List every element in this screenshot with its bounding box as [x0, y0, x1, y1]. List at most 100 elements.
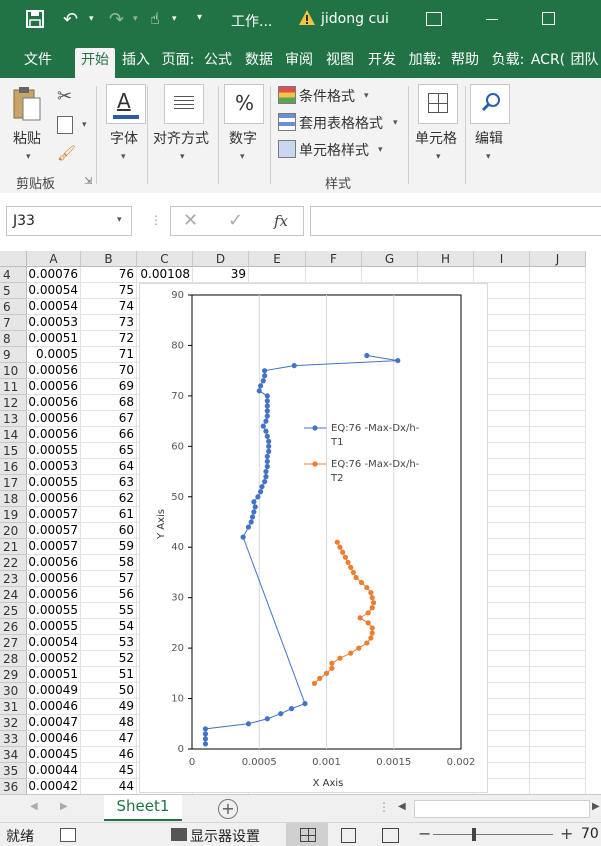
cell-j18[interactable]	[530, 491, 586, 507]
cell-b25[interactable]: 55	[81, 603, 137, 619]
cell-a27[interactable]: 0.00054	[27, 635, 81, 651]
row-header[interactable]: 22	[0, 555, 27, 571]
cell-b34[interactable]: 46	[81, 747, 137, 763]
cell-b4[interactable]: 76	[81, 267, 137, 283]
cell-b12[interactable]: 68	[81, 395, 137, 411]
cell-b8[interactable]: 72	[81, 331, 137, 347]
enter-icon[interactable]: ✓	[228, 210, 243, 231]
cell-b5[interactable]: 75	[81, 283, 137, 299]
cell-j14[interactable]	[530, 427, 586, 443]
cell-e4[interactable]	[249, 267, 306, 283]
row-header[interactable]: 35	[0, 763, 27, 779]
tab-insert[interactable]: 插入	[116, 48, 156, 78]
cell-style-button[interactable]: 单元格样式	[299, 140, 369, 160]
ribbon-display-icon[interactable]	[426, 12, 442, 26]
clipboard-launcher-icon[interactable]: ⇲	[84, 176, 92, 187]
conditional-format-button[interactable]: 条件格式	[299, 86, 355, 106]
tab-data[interactable]: 数据	[240, 48, 278, 78]
cell-b13[interactable]: 67	[81, 411, 137, 427]
column-header-a[interactable]: A	[27, 251, 81, 267]
font-label[interactable]: 字体	[110, 128, 138, 148]
cells-button[interactable]	[418, 84, 458, 124]
cell-j25[interactable]	[530, 603, 586, 619]
cell-b28[interactable]: 52	[81, 651, 137, 667]
alignment-dropdown-icon[interactable]: ▾	[180, 152, 185, 162]
cell-b32[interactable]: 48	[81, 715, 137, 731]
cell-i4[interactable]	[474, 267, 530, 283]
tab-home[interactable]: 开始	[75, 48, 115, 78]
cell-b33[interactable]: 47	[81, 731, 137, 747]
macro-record-icon[interactable]	[60, 828, 76, 842]
column-header-h[interactable]: H	[418, 251, 474, 267]
redo-icon[interactable]: ↷	[109, 9, 124, 30]
number-dropdown-icon[interactable]: ▾	[240, 152, 245, 162]
cell-c4[interactable]: 0.00108	[137, 267, 193, 283]
cell-b22[interactable]: 58	[81, 555, 137, 571]
tab-split-grip-icon[interactable]: ⋮	[378, 800, 390, 814]
cancel-icon[interactable]: ✕	[183, 210, 198, 231]
row-header[interactable]: 20	[0, 523, 27, 539]
cells-label[interactable]: 单元格	[415, 128, 457, 148]
cell-d4[interactable]: 39	[193, 267, 249, 283]
cell-a26[interactable]: 0.00055	[27, 619, 81, 635]
cell-b24[interactable]: 56	[81, 587, 137, 603]
cells-dropdown-icon[interactable]: ▾	[436, 152, 441, 162]
cell-b31[interactable]: 49	[81, 699, 137, 715]
tab-addins[interactable]: 加载:	[404, 48, 446, 78]
cell-b7[interactable]: 73	[81, 315, 137, 331]
cell-a32[interactable]: 0.00047	[27, 715, 81, 731]
cell-b16[interactable]: 64	[81, 459, 137, 475]
row-header[interactable]: 29	[0, 667, 27, 683]
cell-j24[interactable]	[530, 587, 586, 603]
row-header[interactable]: 31	[0, 699, 27, 715]
maximize-icon[interactable]	[542, 12, 555, 25]
cell-b36[interactable]: 44	[81, 779, 137, 794]
scroll-left-sheet-icon[interactable]: ◀	[30, 801, 38, 812]
row-header[interactable]: 18	[0, 491, 27, 507]
cell-b23[interactable]: 57	[81, 571, 137, 587]
copy-icon[interactable]	[57, 116, 73, 134]
cell-j9[interactable]	[530, 347, 586, 363]
cell-j36[interactable]	[530, 779, 586, 794]
cell-j6[interactable]	[530, 299, 586, 315]
cell-b21[interactable]: 59	[81, 539, 137, 555]
cell-j30[interactable]	[530, 683, 586, 699]
cell-a28[interactable]: 0.00052	[27, 651, 81, 667]
row-header[interactable]: 12	[0, 395, 27, 411]
cell-j22[interactable]	[530, 555, 586, 571]
cell-j4[interactable]	[530, 267, 586, 283]
cell-j13[interactable]	[530, 411, 586, 427]
edit-dropdown-icon[interactable]: ▾	[486, 152, 491, 162]
insert-function-icon[interactable]: fx	[274, 212, 288, 230]
cell-a7[interactable]: 0.00053	[27, 315, 81, 331]
cell-b27[interactable]: 53	[81, 635, 137, 651]
page-layout-view-icon[interactable]	[341, 828, 356, 843]
cell-a17[interactable]: 0.00055	[27, 475, 81, 491]
cell-j34[interactable]	[530, 747, 586, 763]
tab-file[interactable]: 文件	[14, 48, 62, 78]
cell-b11[interactable]: 69	[81, 379, 137, 395]
cell-j28[interactable]	[530, 651, 586, 667]
row-header[interactable]: 27	[0, 635, 27, 651]
tab-developer[interactable]: 开发	[361, 48, 403, 78]
cell-j29[interactable]	[530, 667, 586, 683]
cell-a36[interactable]: 0.00042	[27, 779, 81, 794]
page-break-view-icon[interactable]	[382, 828, 399, 843]
name-box-dropdown-icon[interactable]: ▾	[117, 215, 122, 225]
cell-j17[interactable]	[530, 475, 586, 491]
cell-a11[interactable]: 0.00056	[27, 379, 81, 395]
select-all-corner[interactable]	[0, 251, 27, 267]
scatter-chart[interactable]: 0 0.0005 0.001 0.0015 0.002 0 10 20 30 40 50 60 70 80…	[139, 283, 488, 793]
cell-j11[interactable]	[530, 379, 586, 395]
cell-a6[interactable]: 0.00054	[27, 299, 81, 315]
display-settings-icon[interactable]	[171, 828, 187, 841]
zoom-slider-thumb[interactable]	[472, 828, 476, 841]
cell-b19[interactable]: 61	[81, 507, 137, 523]
undo-dropdown-icon[interactable]: ▾	[89, 14, 94, 24]
cell-j32[interactable]	[530, 715, 586, 731]
cell-j20[interactable]	[530, 523, 586, 539]
cell-a21[interactable]: 0.00057	[27, 539, 81, 555]
row-header[interactable]: 16	[0, 459, 27, 475]
row-header[interactable]: 32	[0, 715, 27, 731]
column-header-b[interactable]: B	[81, 251, 137, 267]
